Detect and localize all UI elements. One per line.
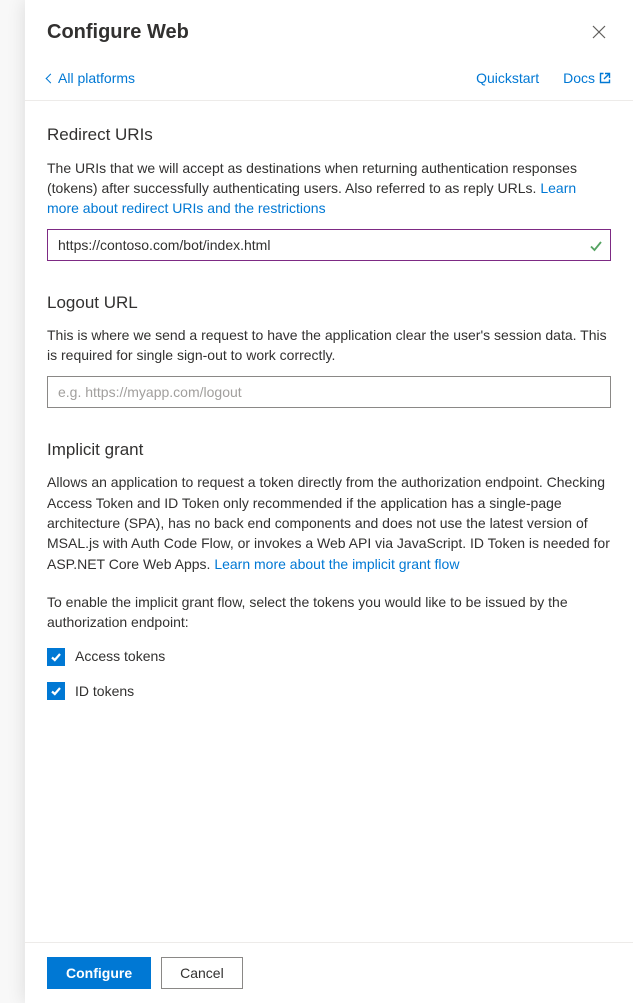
all-platforms-link[interactable]: All platforms <box>47 70 135 86</box>
docs-label: Docs <box>563 70 595 86</box>
implicit-grant-section: Implicit grant Allows an application to … <box>47 438 611 701</box>
panel-title: Configure Web <box>47 21 189 44</box>
panel-content: Redirect URIs The URIs that we will acce… <box>25 101 633 942</box>
logout-url-input[interactable] <box>47 376 611 408</box>
id-tokens-label: ID tokens <box>75 681 134 701</box>
access-tokens-label: Access tokens <box>75 646 165 666</box>
checkmark-icon <box>50 685 62 697</box>
configure-web-panel: Configure Web All platforms Quickstart D… <box>25 0 633 1003</box>
implicit-grant-title: Implicit grant <box>47 438 611 463</box>
close-button[interactable] <box>585 18 613 46</box>
logout-url-desc: This is where we send a request to have … <box>47 325 611 366</box>
external-link-icon <box>599 72 611 84</box>
chevron-left-icon <box>46 73 56 83</box>
logout-url-section: Logout URL This is where we send a reque… <box>47 291 611 408</box>
cancel-button[interactable]: Cancel <box>161 957 243 989</box>
quickstart-label: Quickstart <box>476 70 539 86</box>
redirect-uri-input[interactable] <box>47 229 611 261</box>
docs-link[interactable]: Docs <box>563 70 611 86</box>
top-links: Quickstart Docs <box>476 70 611 86</box>
panel-footer: Configure Cancel <box>25 942 633 1003</box>
redirect-desc-text: The URIs that we will accept as destinat… <box>47 160 577 196</box>
close-icon <box>592 25 606 39</box>
checkmark-icon <box>50 651 62 663</box>
logout-url-row <box>47 376 611 408</box>
access-tokens-row: Access tokens <box>47 646 611 666</box>
valid-checkmark-icon <box>589 238 603 252</box>
implicit-grant-desc: Allows an application to request a token… <box>47 472 611 573</box>
access-tokens-checkbox[interactable] <box>47 648 65 666</box>
redirect-uris-section: Redirect URIs The URIs that we will acce… <box>47 123 611 261</box>
implicit-enable-desc: To enable the implicit grant flow, selec… <box>47 592 611 633</box>
implicit-learn-more-link[interactable]: Learn more about the implicit grant flow <box>214 556 459 572</box>
redirect-uri-row <box>47 229 611 261</box>
id-tokens-checkbox[interactable] <box>47 682 65 700</box>
back-link-label: All platforms <box>58 70 135 86</box>
redirect-uris-title: Redirect URIs <box>47 123 611 148</box>
configure-button[interactable]: Configure <box>47 957 151 989</box>
redirect-uris-desc: The URIs that we will accept as destinat… <box>47 158 611 219</box>
logout-url-title: Logout URL <box>47 291 611 316</box>
panel-topbar: All platforms Quickstart Docs <box>25 60 633 101</box>
panel-header: Configure Web <box>25 0 633 60</box>
id-tokens-row: ID tokens <box>47 681 611 701</box>
quickstart-link[interactable]: Quickstart <box>476 70 539 86</box>
